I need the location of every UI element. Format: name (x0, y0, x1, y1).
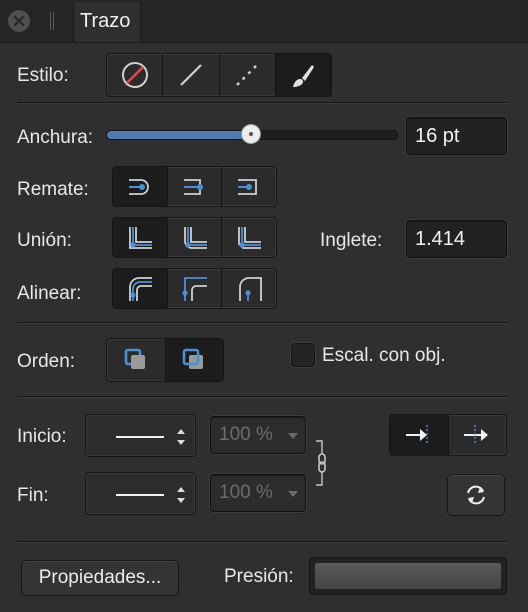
link-chain-icon[interactable] (314, 440, 334, 486)
separator (17, 322, 508, 324)
scale-with-object-checkbox[interactable] (291, 343, 315, 367)
stroke-front-fill-button[interactable] (165, 339, 223, 381)
stepper-arrows-icon (177, 429, 185, 445)
butt-cap-icon (128, 178, 149, 195)
align-center-icon (128, 276, 152, 301)
join-label: Unión: (17, 230, 72, 251)
dashed-line-icon (236, 64, 258, 86)
end-label: Fin: (17, 485, 49, 506)
start-label: Inicio: (17, 426, 67, 447)
style-solid-button[interactable] (163, 54, 220, 96)
solid-line-icon (180, 64, 202, 86)
miter-join-icon (128, 226, 152, 249)
join-miter-button[interactable] (113, 218, 168, 257)
style-dashed-button[interactable] (220, 54, 276, 96)
swap-icon (467, 485, 485, 505)
align-outside-button[interactable] (222, 269, 276, 308)
line-preview-icon (116, 494, 164, 496)
end-scale-dropdown[interactable]: 100 % (210, 474, 306, 512)
align-outside-icon (239, 276, 263, 301)
style-texture-brush-button[interactable] (275, 54, 331, 96)
pressure-label: Presión: (224, 566, 294, 587)
miter-input[interactable]: 1.414 (406, 220, 507, 258)
separator (17, 102, 508, 104)
align-segmented-control (112, 268, 277, 309)
cap-butt-button[interactable] (113, 167, 168, 206)
scale-with-object-label: Escal. con obj. (322, 345, 446, 366)
separator (17, 396, 508, 398)
arrow-inside-end-icon (405, 425, 428, 445)
width-label: Anchura: (17, 127, 94, 148)
style-label: Estilo: (17, 65, 69, 86)
drag-grip-icon[interactable] (50, 12, 54, 30)
square-cap-icon (238, 178, 258, 195)
style-segmented-control (106, 53, 332, 97)
cap-label: Remate: (17, 179, 89, 200)
end-arrowhead-dropdown[interactable] (85, 472, 196, 515)
cap-segmented-control (112, 166, 277, 207)
line-preview-icon (116, 436, 164, 438)
align-inside-button[interactable] (168, 269, 223, 308)
properties-button[interactable]: Propiedades... (21, 560, 179, 596)
pressure-curve-preview (315, 563, 501, 589)
join-round-button[interactable] (168, 218, 223, 257)
arrowhead-outside-button[interactable] (449, 415, 507, 455)
join-segmented-control (112, 217, 277, 258)
stepper-arrows-icon (177, 487, 185, 503)
order-label: Orden: (17, 351, 76, 372)
align-label: Alinear: (17, 283, 82, 304)
order-segmented-control (106, 338, 224, 382)
chevron-down-icon (288, 491, 298, 497)
stroke-behind-icon (124, 348, 145, 369)
arrow-outside-end-icon (464, 425, 489, 445)
miter-label: Inglete: (320, 230, 383, 251)
align-center-button[interactable] (113, 269, 168, 308)
width-slider-fill (107, 131, 251, 139)
brush-icon (293, 65, 315, 87)
pressure-graph-button[interactable] (309, 557, 507, 595)
swap-arrowheads-button[interactable] (447, 474, 505, 516)
width-input[interactable]: 16 pt (406, 117, 507, 155)
join-bevel-button[interactable] (222, 218, 276, 257)
chevron-down-icon (288, 433, 298, 439)
round-cap-icon (183, 178, 203, 195)
start-scale-value: 100 % (219, 424, 273, 445)
start-arrowhead-dropdown[interactable] (85, 414, 196, 457)
bevel-join-icon (238, 226, 262, 249)
width-slider-thumb[interactable] (241, 124, 261, 144)
separator (17, 541, 508, 543)
cap-round-button[interactable] (168, 167, 223, 206)
round-join-icon (183, 226, 207, 249)
cap-square-button[interactable] (222, 167, 276, 206)
align-inside-icon (181, 276, 207, 301)
arrowhead-inside-button[interactable] (390, 415, 449, 455)
stroke-behind-fill-button[interactable] (107, 339, 166, 381)
tab-title: Trazo (80, 10, 131, 32)
arrowhead-position-segmented-control (389, 414, 507, 456)
start-scale-dropdown[interactable]: 100 % (210, 416, 306, 454)
style-none-button[interactable] (107, 54, 164, 96)
stroke-front-icon (182, 348, 204, 369)
no-stroke-icon (121, 62, 148, 88)
close-icon[interactable] (8, 10, 30, 32)
end-scale-value: 100 % (219, 482, 273, 503)
